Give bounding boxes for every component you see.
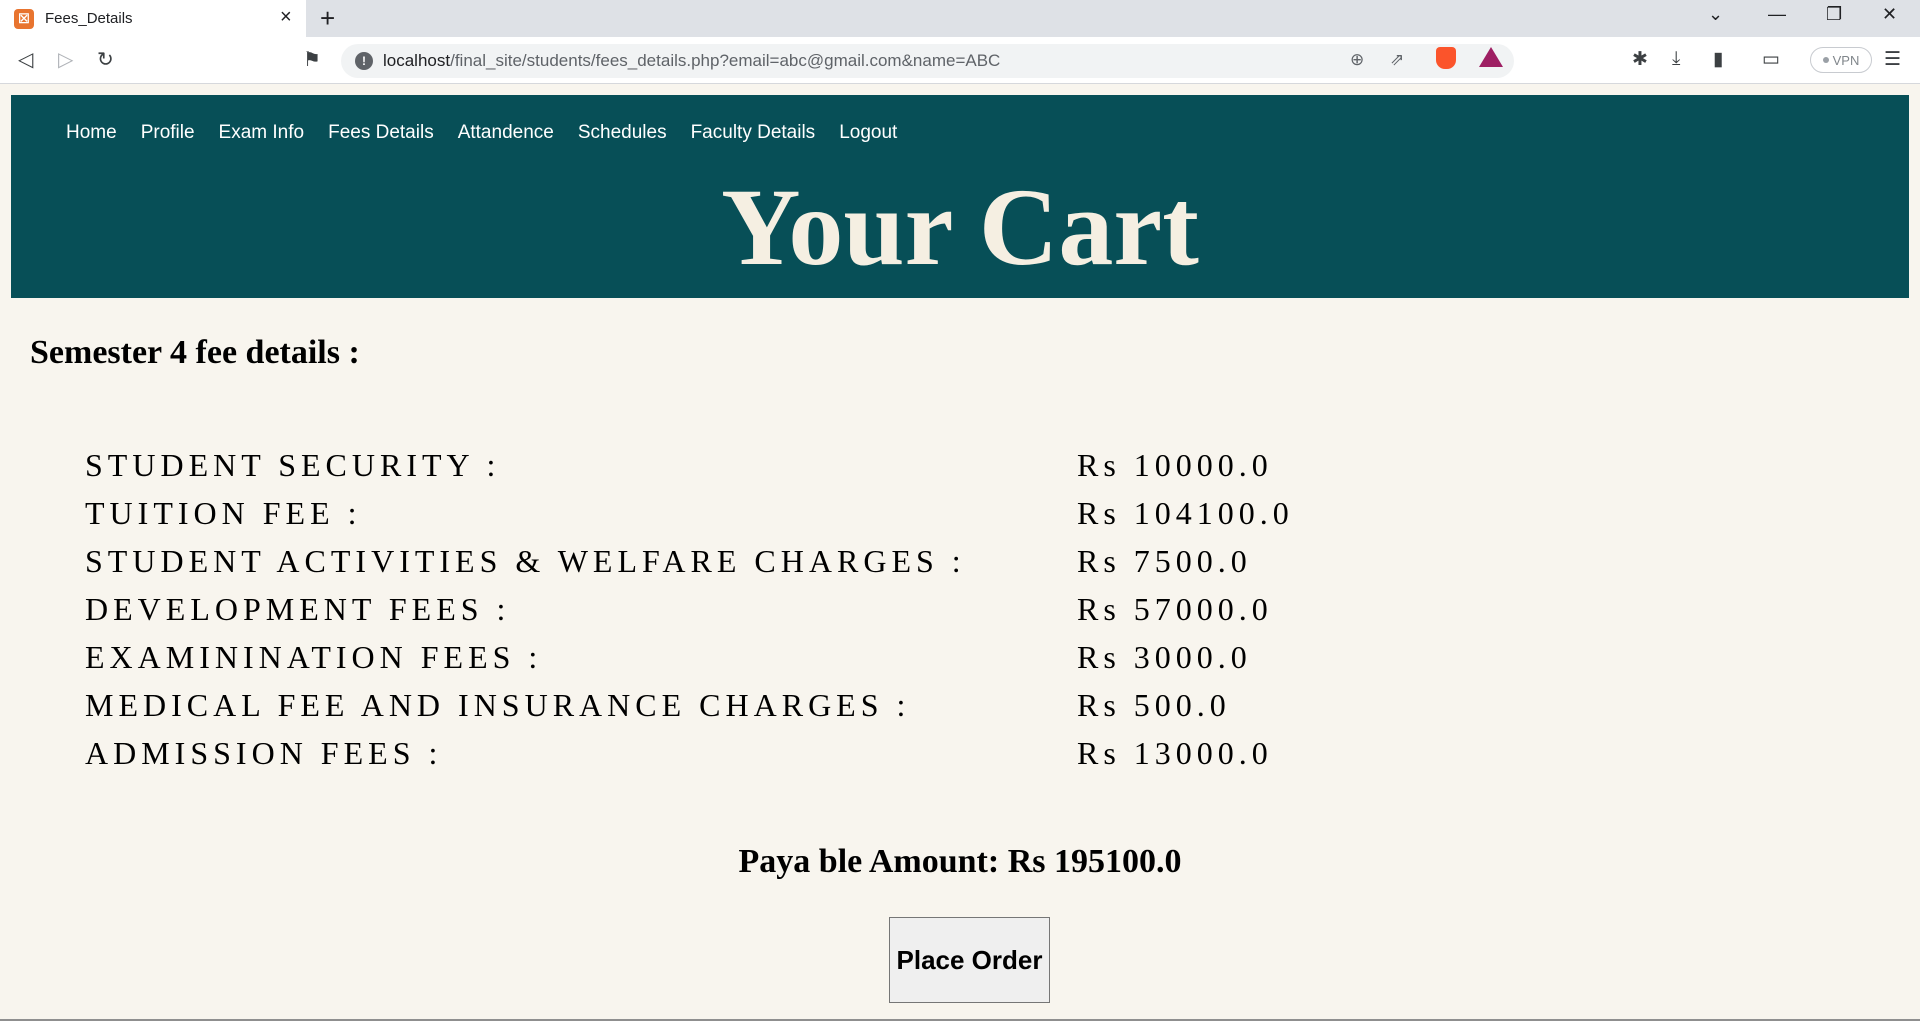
fee-row: STUDENT SECURITY : Rs 10000.0 [85,447,1385,495]
zoom-icon[interactable]: ⊕ [1350,50,1364,70]
restore-icon[interactable]: ❐ [1826,4,1842,25]
fee-row: STUDENT ACTIVITIES & WELFARE CHARGES : R… [85,543,1385,591]
fee-label: MEDICAL FEE AND INSURANCE CHARGES : [85,687,911,723]
url-host: localhost [383,51,451,70]
close-tab-icon[interactable]: × [280,6,292,29]
vpn-label: VPN [1832,52,1860,68]
fee-label: TUITION FEE : [85,495,362,531]
downloads-icon[interactable]: ⤓ [1672,48,1680,70]
back-icon[interactable]: ◁ [18,47,33,72]
browser-tab-bar: ☒ Fees_Details × + ⌄ — ❐ ✕ [0,0,1920,37]
browser-tab[interactable]: ☒ Fees_Details × [0,0,306,37]
tab-title: Fees_Details [45,10,133,27]
fee-row: TUITION FEE : Rs 104100.0 [85,495,1385,543]
nav-profile[interactable]: Profile [129,118,207,148]
tab-search-chevron-icon[interactable]: ⌄ [1708,4,1723,25]
semester-title: Semester 4 fee details : [30,334,360,371]
nav-attendance[interactable]: Attandence [446,118,566,148]
fee-row: EXAMININATION FEES : Rs 3000.0 [85,639,1385,687]
new-tab-icon[interactable]: + [320,3,335,34]
page-title: Your Cart [721,166,1199,288]
site-info-icon[interactable]: ! [355,52,373,70]
extensions-icon[interactable]: ✱ [1632,48,1648,71]
nav-faculty-details[interactable]: Faculty Details [679,118,828,148]
forward-icon[interactable]: ▷ [58,47,73,72]
nav-schedules[interactable]: Schedules [566,118,679,148]
share-icon[interactable]: ⇗ [1390,50,1404,70]
close-window-icon[interactable]: ✕ [1882,4,1897,25]
payable-amount: Paya ble Amount: Rs 195100.0 [738,843,1182,880]
sidebar-icon[interactable]: ▮ [1713,48,1723,71]
browser-toolbar: ◁ ▷ ↻ ⚑ ! localhost/final_site/students/… [0,37,1920,84]
fee-amount: Rs 3000.0 [1077,639,1252,675]
wallet-icon[interactable]: ▭ [1762,48,1780,71]
fee-amount: Rs 57000.0 [1077,591,1273,627]
brave-rewards-icon[interactable] [1479,47,1503,67]
vpn-status-dot [1822,57,1829,63]
fee-row: ADMISSION FEES : Rs 13000.0 [85,735,1385,783]
vpn-button[interactable]: VPN [1810,47,1872,73]
menu-icon[interactable]: ☰ [1884,48,1901,71]
url-path: /final_site/students/fees_details.php?em… [450,51,1001,70]
fee-row: DEVELOPMENT FEES : Rs 57000.0 [85,591,1385,639]
address-bar[interactable]: ! localhost/final_site/students/fees_det… [341,44,1514,78]
nav-fees-details[interactable]: Fees Details [316,118,446,148]
fee-amount: Rs 104100.0 [1077,495,1294,531]
minimize-icon[interactable]: — [1768,4,1786,25]
reload-icon[interactable]: ↻ [97,47,114,72]
fee-label: STUDENT ACTIVITIES & WELFARE CHARGES : [85,543,966,579]
brave-shields-icon[interactable] [1436,47,1456,69]
fee-list: STUDENT SECURITY : Rs 10000.0 TUITION FE… [85,447,1385,783]
fee-label: EXAMININATION FEES : [85,639,543,675]
page-header: Home Profile Exam Info Fees Details Atta… [11,95,1909,298]
place-order-button[interactable]: Place Order [889,917,1050,1003]
fee-label: DEVELOPMENT FEES : [85,591,511,627]
fee-amount: Rs 7500.0 [1077,543,1252,579]
fee-row: MEDICAL FEE AND INSURANCE CHARGES : Rs 5… [85,687,1385,735]
fee-label: STUDENT SECURITY : [85,447,501,483]
nav-exam-info[interactable]: Exam Info [207,118,317,148]
fee-label: ADMISSION FEES : [85,735,443,771]
bookmark-icon[interactable]: ⚑ [303,47,321,72]
fee-amount: Rs 13000.0 [1077,735,1273,771]
nav-logout[interactable]: Logout [827,118,897,148]
main-nav: Home Profile Exam Info Fees Details Atta… [11,118,897,148]
fee-amount: Rs 10000.0 [1077,447,1273,483]
fee-amount: Rs 500.0 [1077,687,1231,723]
nav-home[interactable]: Home [11,118,129,148]
xampp-favicon-icon: ☒ [14,9,34,29]
address-url[interactable]: localhost/final_site/students/fees_detai… [383,51,1000,71]
